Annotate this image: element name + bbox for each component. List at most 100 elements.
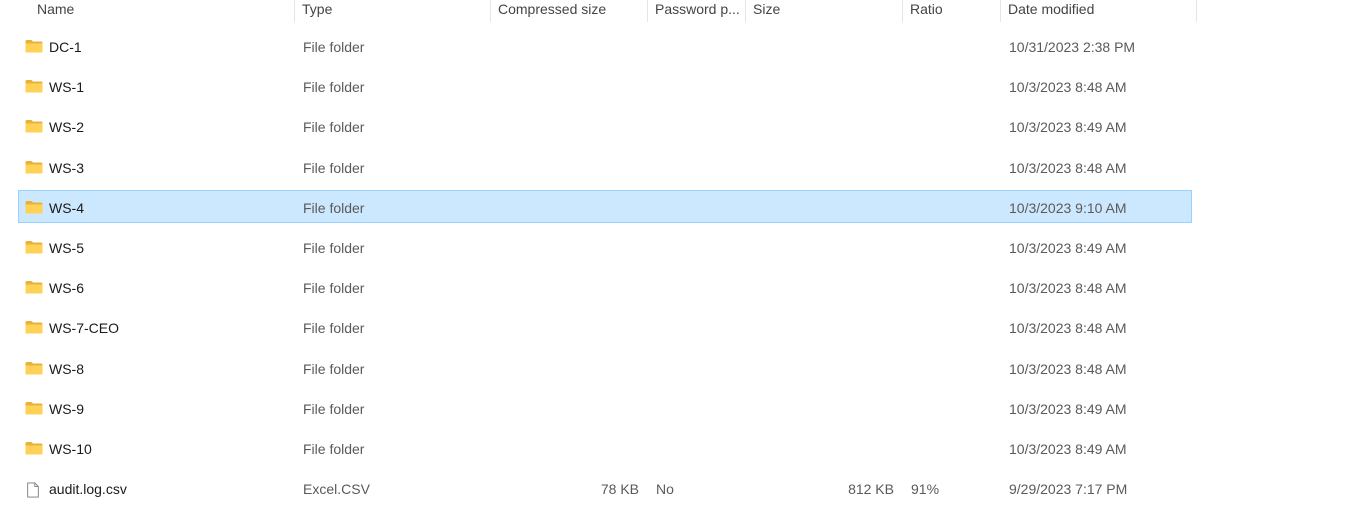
column-header-size[interactable]: Size [753,0,893,22]
folder-icon [25,401,43,415]
file-name: WS-1 [49,79,84,96]
file-name: WS-3 [49,159,84,176]
folder-icon [25,119,43,133]
file-date-modified: 10/3/2023 9:10 AM [1009,199,1127,216]
file-compressed-size [499,151,639,182]
folder-icon [25,79,43,93]
column-header-ratio[interactable]: Ratio [910,0,995,22]
folder-icon [25,441,43,455]
column-divider[interactable] [647,0,648,22]
file-ratio: 91% [911,481,940,498]
column-divider[interactable] [1000,0,1001,22]
file-row[interactable]: WS-6 File folder 10/3/2023 8:48 AM [18,270,1192,303]
file-compressed-size [499,191,639,222]
folder-icon [25,39,43,53]
folder-icon [25,280,43,294]
file-password [656,231,742,262]
file-row[interactable]: audit.log.csv Excel.CSV 78 KB No 812 KB 91% 9/… [18,471,1192,504]
file-ratio [911,30,996,61]
file-ratio [911,352,996,383]
file-size [754,110,894,141]
file-password [656,191,742,222]
column-header-date-modified[interactable]: Date modified [1008,0,1188,22]
file-ratio [911,271,996,302]
folder-icon [25,160,43,174]
file-row[interactable]: WS-5 File folder 10/3/2023 8:49 AM [18,230,1192,263]
column-header-password[interactable]: Password p... [655,0,741,22]
file-ratio [911,151,996,182]
file-compressed-size [499,271,639,302]
file-size [754,30,894,61]
file-compressed-size [499,352,639,383]
file-date-modified: 10/3/2023 8:49 AM [1009,240,1127,256]
file-compressed-size [499,70,639,101]
file-password [656,151,742,182]
file-date-modified: 10/3/2023 8:48 AM [1009,360,1127,377]
column-header-compressed-size[interactable]: Compressed size [498,0,643,22]
file-password: No [656,481,674,498]
file-name: WS-4 [49,199,84,216]
file-size [754,432,894,463]
file-password [656,392,742,423]
column-header-name[interactable]: Name [37,0,287,22]
file-date-modified: 10/3/2023 8:49 AM [1009,119,1127,136]
column-divider[interactable] [294,0,295,22]
file-type: File folder [303,320,365,337]
file-size [754,191,894,222]
file-compressed-size [499,110,639,141]
column-header-type[interactable]: Type [302,0,482,22]
file-compressed-size [499,30,639,61]
file-size [754,70,894,101]
file-date-modified: 10/31/2023 2:38 PM [1009,39,1136,55]
file-row[interactable]: WS-3 File folder 10/3/2023 8:48 AM [18,150,1192,183]
file-password [656,271,742,302]
file-ratio [911,70,996,101]
file-row[interactable]: WS-4 File folder 10/3/2023 9:10 AM [18,189,1192,223]
column-header-row: Name Type Compressed size Password p... … [0,0,1358,22]
column-divider[interactable] [490,0,491,22]
file-date-modified: 9/29/2023 7:17 PM [1009,481,1128,498]
file-size [754,271,894,302]
file-type: File folder [303,199,365,216]
file-ratio [911,311,996,342]
file-compressed-size [499,311,639,342]
file-type: File folder [303,119,365,136]
file-password [656,70,742,101]
file-type: Excel.CSV [303,481,370,498]
file-ratio [911,432,996,463]
file-name: DC-1 [49,39,82,55]
file-name: WS-2 [49,119,84,136]
file-date-modified: 10/3/2023 8:48 AM [1009,320,1127,337]
file-row[interactable]: WS-2 File folder 10/3/2023 8:49 AM [18,109,1192,142]
file-type: File folder [303,400,365,417]
file-row[interactable]: WS-9 File folder 10/3/2023 8:49 AM [18,391,1192,424]
file-row[interactable]: DC-1 File folder 10/31/2023 2:38 PM [18,29,1192,62]
file-row[interactable]: WS-8 File folder 10/3/2023 8:48 AM [18,351,1192,384]
folder-icon [25,200,43,214]
file-icon [25,481,43,498]
file-password [656,30,742,61]
column-divider[interactable] [902,0,903,22]
file-date-modified: 10/3/2023 8:49 AM [1009,400,1127,417]
file-date-modified: 10/3/2023 8:48 AM [1009,280,1127,297]
file-ratio [911,110,996,141]
file-name: WS-6 [49,280,84,297]
file-row[interactable]: WS-7-CEO File folder 10/3/2023 8:48 AM [18,310,1192,343]
file-name: WS-8 [49,360,84,377]
file-name: WS-9 [49,400,84,417]
file-size [754,311,894,342]
file-type: File folder [303,39,365,55]
file-password [656,352,742,383]
file-type: File folder [303,441,365,457]
file-compressed-size: 78 KB [600,481,639,498]
file-ratio [911,191,996,222]
file-row[interactable]: WS-10 File folder 10/3/2023 8:49 AM [18,431,1192,464]
file-row[interactable]: WS-1 File folder 10/3/2023 8:48 AM [18,69,1192,102]
file-size [754,231,894,262]
file-date-modified: 10/3/2023 8:48 AM [1009,79,1127,96]
file-type: File folder [303,159,365,176]
column-divider[interactable] [745,0,746,22]
file-date-modified: 10/3/2023 8:49 AM [1009,441,1127,457]
column-divider[interactable] [1196,0,1197,22]
file-date-modified: 10/3/2023 8:48 AM [1009,159,1127,176]
